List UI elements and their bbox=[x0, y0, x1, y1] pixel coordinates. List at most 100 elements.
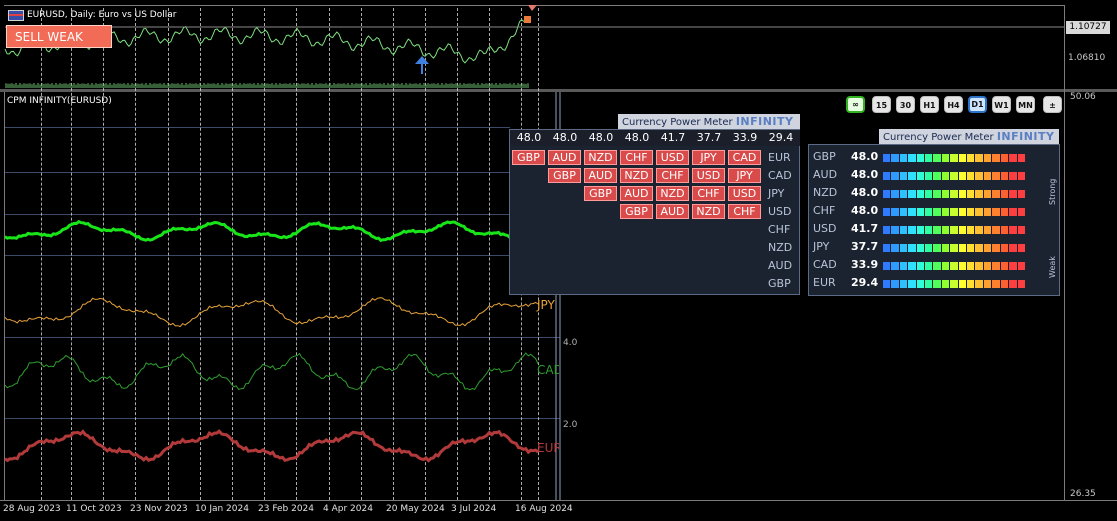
meter-currency: GBP bbox=[813, 150, 836, 163]
meter-bar bbox=[883, 154, 1025, 162]
time-axis-label: 3 Jul 2024 bbox=[451, 504, 497, 514]
matrix-cell[interactable]: NZD bbox=[584, 150, 617, 165]
matrix-row-label: USD bbox=[768, 205, 792, 218]
time-axis-label: 11 Oct 2023 bbox=[66, 504, 122, 514]
signal-badge: SELL WEAK bbox=[6, 25, 112, 48]
meter-currency: EUR bbox=[813, 276, 836, 289]
matrix-row-label: NZD bbox=[768, 241, 793, 254]
matrix-cell[interactable]: CHF bbox=[692, 186, 725, 201]
time-axis-label: 28 Aug 2023 bbox=[3, 504, 61, 514]
timeframe-button-mn[interactable]: MN bbox=[1016, 96, 1035, 113]
matrix-row-label: JPY bbox=[768, 187, 785, 200]
sell-marker-icon bbox=[528, 5, 537, 11]
meter-value: 37.7 bbox=[851, 240, 879, 253]
meter-value: 48.0 bbox=[851, 150, 879, 163]
meter-value: 29.4 bbox=[851, 276, 879, 289]
buy-arrow-icon bbox=[415, 56, 429, 74]
strong-label: Strong bbox=[1048, 178, 1057, 205]
meter-bar bbox=[883, 244, 1025, 252]
strength-value: 33.9 bbox=[732, 131, 758, 144]
weak-label: Weak bbox=[1048, 256, 1057, 278]
time-axis-label: 23 Nov 2023 bbox=[130, 504, 188, 514]
indicator-level-label: 2.0 bbox=[563, 420, 578, 430]
matrix-cell[interactable]: CAD bbox=[728, 150, 761, 165]
matrix-cell[interactable]: AUD bbox=[548, 150, 581, 165]
indicator-axis-min: 26.35 bbox=[1070, 489, 1096, 499]
meter-value: 41.7 bbox=[851, 222, 879, 235]
strength-value: 48.0 bbox=[588, 131, 614, 144]
indicator-level-label: 4.0 bbox=[563, 338, 578, 348]
matrix-cell[interactable]: AUD bbox=[656, 204, 689, 219]
strength-value: 48.0 bbox=[516, 131, 542, 144]
time-axis-label: 20 May 2024 bbox=[386, 504, 445, 514]
series-line-jpy bbox=[4, 297, 539, 328]
meter-currency: JPY bbox=[813, 240, 830, 253]
timeframe-button-infinity[interactable]: ∞ bbox=[846, 96, 865, 113]
meter-bar bbox=[883, 280, 1025, 288]
strength-value: 48.0 bbox=[624, 131, 650, 144]
meter-bar bbox=[883, 208, 1025, 216]
matrix-cell[interactable]: GBP bbox=[584, 186, 617, 201]
matrix-cell[interactable]: CHF bbox=[728, 204, 761, 219]
timeframe-button-h1[interactable]: H1 bbox=[920, 96, 939, 113]
series-line-cad bbox=[4, 352, 539, 391]
matrix-cell[interactable]: USD bbox=[728, 186, 761, 201]
meter-value: 48.0 bbox=[851, 186, 879, 199]
timeframe-button-15[interactable]: 15 bbox=[872, 96, 891, 113]
matrix-cell[interactable]: GBP bbox=[512, 150, 545, 165]
meter-value: 33.9 bbox=[851, 258, 879, 271]
indicator-name: CPM INFINITY(EURUSD) bbox=[7, 96, 112, 106]
time-axis-label: 10 Jan 2024 bbox=[195, 504, 249, 514]
matrix-cell[interactable]: GBP bbox=[548, 168, 581, 183]
matrix-row-label: CHF bbox=[768, 223, 791, 236]
timeframe-button-h4[interactable]: H4 bbox=[944, 96, 963, 113]
meter-bar bbox=[883, 262, 1025, 270]
power-meter-panel bbox=[808, 144, 1060, 296]
strength-value: 37.7 bbox=[696, 131, 722, 144]
strength-value: 41.7 bbox=[660, 131, 686, 144]
matrix-cell[interactable]: USD bbox=[656, 150, 689, 165]
matrix-cell[interactable]: CHF bbox=[620, 150, 653, 165]
signal-square bbox=[524, 16, 531, 23]
current-price-label: 1.10727 bbox=[1066, 21, 1110, 34]
time-axis-label: 4 Apr 2024 bbox=[323, 504, 373, 514]
timeframe-button-plus-minus[interactable]: ± bbox=[1043, 96, 1062, 113]
matrix-cell[interactable]: AUD bbox=[584, 168, 617, 183]
meter-currency: CAD bbox=[813, 258, 837, 271]
matrix-row-label: CAD bbox=[768, 169, 792, 182]
matrix-row-label: AUD bbox=[768, 259, 793, 272]
meter-value: 48.0 bbox=[851, 168, 879, 181]
meter-currency: USD bbox=[813, 222, 837, 235]
meter-bar bbox=[883, 172, 1025, 180]
matrix-cell[interactable]: NZD bbox=[692, 204, 725, 219]
strength-value: 48.0 bbox=[552, 131, 578, 144]
series-line-eur bbox=[4, 429, 539, 463]
matrix-cell[interactable]: NZD bbox=[620, 168, 653, 183]
matrix-cell[interactable]: GBP bbox=[620, 204, 653, 219]
matrix-cell[interactable]: JPY bbox=[692, 150, 725, 165]
matrix-cell[interactable]: AUD bbox=[620, 186, 653, 201]
matrix-cell[interactable]: USD bbox=[692, 168, 725, 183]
timeframe-button-w1[interactable]: W1 bbox=[992, 96, 1011, 113]
meter-panel-title[interactable]: Currency Power Meter INFINITY bbox=[879, 129, 1059, 144]
window-title: EURUSD, Daily: Euro vs US Dollar bbox=[27, 10, 177, 20]
time-axis-label: 23 Feb 2024 bbox=[258, 504, 315, 514]
timeframe-button-30[interactable]: 30 bbox=[896, 96, 915, 113]
series-line-green bbox=[4, 219, 511, 243]
matrix-row-label: EUR bbox=[768, 151, 791, 164]
matrix-cell[interactable]: NZD bbox=[656, 186, 689, 201]
series-label-cad: CAD bbox=[537, 363, 559, 377]
matrix-row-label: GBP bbox=[768, 277, 791, 290]
matrix-cell[interactable]: CHF bbox=[656, 168, 689, 183]
matrix-cell[interactable]: JPY bbox=[728, 168, 761, 183]
meter-currency: AUD bbox=[813, 168, 838, 181]
meter-bar bbox=[883, 190, 1025, 198]
meter-currency: CHF bbox=[813, 204, 836, 217]
matrix-panel-title[interactable]: Currency Power Meter INFINITY bbox=[618, 114, 800, 129]
timeframe-button-d1[interactable]: D1 bbox=[968, 96, 987, 113]
series-label-eur: EUR bbox=[537, 441, 559, 455]
indicator-axis-max: 50.06 bbox=[1070, 92, 1096, 102]
meter-currency: NZD bbox=[813, 186, 838, 199]
symbol-flag-icon bbox=[8, 10, 24, 21]
series-label-jpy: JPY bbox=[537, 298, 555, 312]
